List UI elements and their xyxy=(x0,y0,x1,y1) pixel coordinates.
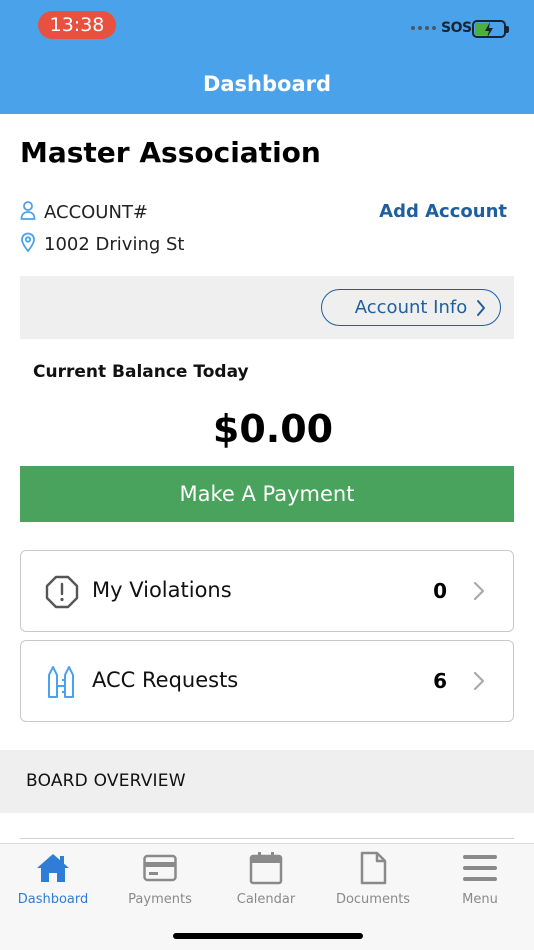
document-icon xyxy=(359,850,387,886)
account-number-row: ACCOUNT# xyxy=(20,200,148,224)
home-indicator[interactable] xyxy=(173,933,363,939)
alert-octagon-icon xyxy=(45,575,79,613)
add-account-link[interactable]: Add Account xyxy=(379,201,507,222)
home-icon xyxy=(35,850,71,886)
signal-icon xyxy=(411,26,436,30)
status-bar: 13:38 SOS xyxy=(0,0,534,60)
violations-label: My Violations xyxy=(92,578,232,602)
header-bar: Dashboard xyxy=(0,60,534,114)
acc-requests-count: 6 xyxy=(433,669,447,693)
tab-calendar-label: Calendar xyxy=(236,892,296,907)
credit-card-icon xyxy=(143,850,177,886)
architecture-icon xyxy=(45,665,77,703)
balance-label: Current Balance Today xyxy=(33,362,249,382)
status-time: 13:38 xyxy=(38,11,116,39)
hamburger-menu-icon xyxy=(462,850,498,886)
tab-documents-label: Documents xyxy=(335,892,411,907)
carrier-label: SOS xyxy=(441,20,472,36)
board-overview-title: BOARD OVERVIEW xyxy=(26,771,186,791)
divider xyxy=(20,838,514,839)
tab-menu[interactable]: Menu xyxy=(427,850,533,910)
violations-card[interactable]: My Violations 0 xyxy=(20,550,514,632)
address-label: 1002 Driving St xyxy=(44,233,185,255)
balance-amount: $0.00 xyxy=(212,407,334,451)
make-payment-button[interactable]: Make A Payment xyxy=(20,466,514,522)
chevron-right-icon xyxy=(473,671,485,695)
person-icon xyxy=(20,200,36,224)
address-row: 1002 Driving St xyxy=(20,232,184,256)
acc-requests-label: ACC Requests xyxy=(92,668,239,692)
chevron-right-icon xyxy=(473,581,485,605)
chevron-right-icon xyxy=(476,299,486,322)
tab-calendar[interactable]: Calendar xyxy=(213,850,319,910)
tab-menu-label: Menu xyxy=(462,892,498,907)
board-overview-section: BOARD OVERVIEW xyxy=(0,750,534,813)
account-number-label: ACCOUNT# xyxy=(44,201,149,223)
account-info-button[interactable]: Account Info xyxy=(321,289,501,326)
account-info-label: Account Info xyxy=(354,297,468,318)
tab-payments-label: Payments xyxy=(128,892,192,907)
battery-icon xyxy=(472,20,509,38)
tab-documents[interactable]: Documents xyxy=(320,850,426,910)
tab-dashboard[interactable]: Dashboard xyxy=(0,850,106,910)
association-name: Master Association xyxy=(20,136,321,169)
acc-requests-card[interactable]: ACC Requests 6 xyxy=(20,640,514,722)
tab-dashboard-label: Dashboard xyxy=(17,892,89,907)
account-info-bar: Account Info xyxy=(20,276,514,339)
page-title: Dashboard xyxy=(202,72,332,96)
violations-count: 0 xyxy=(433,579,447,603)
location-pin-icon xyxy=(20,232,36,256)
calendar-icon xyxy=(249,850,283,886)
tab-payments[interactable]: Payments xyxy=(107,850,213,910)
